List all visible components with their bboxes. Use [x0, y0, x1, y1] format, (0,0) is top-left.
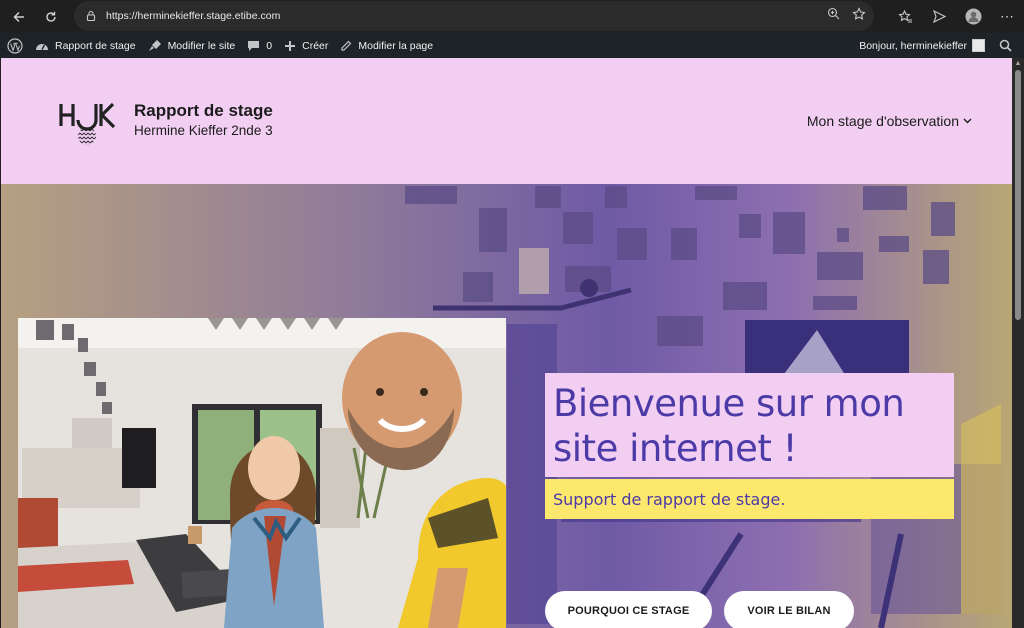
web-page: Rapport de stage Hermine Kieffer 2nde 3 … — [1, 58, 1012, 628]
pencil-icon — [341, 40, 352, 51]
subtitle-banner: Support de rapport de stage. — [545, 479, 954, 519]
adminbar-edit-page[interactable]: Modifier la page — [334, 33, 439, 58]
more-menu-icon[interactable]: ⋯ — [990, 0, 1024, 33]
hero-cover: Bienvenue sur mon site internet ! Suppor… — [1, 184, 1012, 628]
why-internship-button[interactable]: POURQUOI CE STAGE — [545, 591, 712, 628]
address-bar[interactable]: https://herminekieffer.stage.etibe.com — [74, 1, 874, 31]
back-icon[interactable] — [3, 1, 35, 33]
scrollbar-thumb[interactable] — [1015, 70, 1021, 320]
wp-admin-bar: Rapport de stage Modifier le site 0 Crée… — [0, 33, 1024, 58]
nav-item-stage[interactable]: Mon stage d'observation — [807, 113, 972, 129]
search-icon[interactable] — [991, 33, 1024, 58]
browser-window: https://herminekieffer.stage.etibe.com ⋯… — [0, 0, 1024, 628]
site-title[interactable]: Rapport de stage — [134, 101, 273, 121]
scroll-up-icon[interactable]: ▲ — [1014, 60, 1022, 68]
adminbar-site-label: Rapport de stage — [55, 39, 136, 52]
adminbar-account[interactable]: Bonjour, herminekieffer — [853, 33, 991, 58]
plus-icon — [285, 40, 296, 51]
favorites-icon[interactable] — [888, 0, 922, 33]
dashboard-icon — [36, 43, 48, 50]
adminbar-comments-count: 0 — [266, 39, 273, 52]
welcome-heading: Bienvenue sur mon site internet ! — [553, 382, 905, 470]
site-info-icon[interactable] — [85, 10, 97, 22]
chevron-down-icon — [963, 118, 972, 124]
share-icon[interactable] — [922, 0, 956, 33]
site-logo[interactable] — [58, 100, 118, 146]
subtitle-text: Support de rapport de stage. — [553, 489, 786, 509]
browser-toolbar: https://herminekieffer.stage.etibe.com ⋯ — [0, 0, 1024, 33]
welcome-box: Bienvenue sur mon site internet ! — [545, 373, 954, 477]
adminbar-edit-site-label: Modifier le site — [167, 39, 236, 52]
favorite-star-icon[interactable] — [852, 6, 866, 26]
adminbar-edit-site[interactable]: Modifier le site — [142, 33, 242, 58]
brush-icon — [148, 40, 161, 51]
adminbar-greeting: Bonjour, herminekieffer — [859, 39, 967, 52]
adminbar-edit-page-label: Modifier la page — [358, 39, 434, 52]
hero-photo — [18, 318, 506, 628]
adminbar-new-label: Créer — [302, 39, 329, 52]
nav-item-label: Mon stage d'observation — [806, 113, 959, 129]
profile-icon[interactable] — [956, 0, 990, 33]
zoom-icon[interactable] — [827, 7, 840, 25]
wordpress-icon[interactable] — [0, 33, 29, 58]
adminbar-comments[interactable]: 0 — [241, 33, 278, 58]
url-text: https://herminekieffer.stage.etibe.com — [106, 10, 281, 22]
site-header: Rapport de stage Hermine Kieffer 2nde 3 … — [1, 58, 1012, 184]
intern-photo-image — [18, 318, 506, 628]
site-tagline: Hermine Kieffer 2nde 3 — [134, 123, 273, 138]
adminbar-site-name[interactable]: Rapport de stage — [29, 33, 142, 58]
view-summary-button[interactable]: VOIR LE BILAN — [724, 591, 854, 628]
adminbar-new-content[interactable]: Créer — [278, 33, 334, 58]
page-scrollbar[interactable]: ▲ — [1012, 58, 1024, 628]
comment-icon — [248, 40, 260, 51]
avatar — [972, 39, 985, 52]
reload-icon[interactable] — [35, 1, 67, 33]
